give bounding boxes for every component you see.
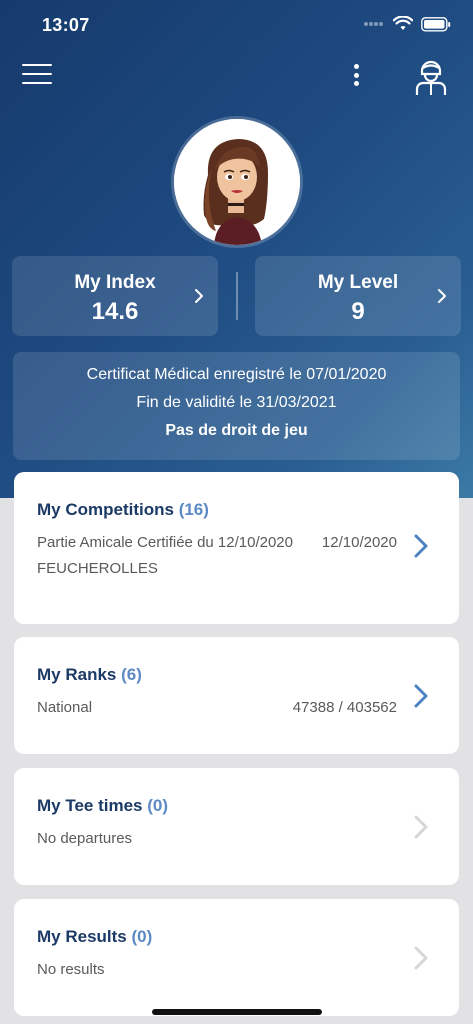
ranks-count: (6) xyxy=(121,665,142,684)
chevron-right-icon xyxy=(414,946,428,970)
menu-icon-line xyxy=(22,64,52,66)
status-icons xyxy=(363,16,451,32)
menu-button[interactable] xyxy=(22,64,52,88)
ranks-title: My Ranks (6) xyxy=(37,665,142,685)
results-empty-text: No results xyxy=(37,961,105,978)
menu-icon-line xyxy=(22,73,52,75)
more-icon-dot xyxy=(353,64,359,69)
results-title-label: My Results xyxy=(37,927,127,946)
ranks-card[interactable]: My Ranks (6) National 47388 / 403562 xyxy=(14,637,459,754)
rank-scope: National xyxy=(37,699,93,716)
chevron-right-icon xyxy=(414,684,428,708)
ranks-title-label: My Ranks xyxy=(37,665,117,684)
certificate-registered-text: Certificat Médical enregistré le 07/01/2… xyxy=(86,366,387,383)
signal-icon xyxy=(364,22,383,26)
more-options-button[interactable] xyxy=(348,60,364,90)
tee-times-empty-text: No departures xyxy=(37,830,133,847)
bitmoji-avatar-image xyxy=(174,119,300,245)
competitions-title-label: My Competitions xyxy=(37,500,174,519)
tee-times-title: My Tee times (0) xyxy=(37,796,168,816)
user-avatar[interactable] xyxy=(174,119,300,245)
profile-icon[interactable] xyxy=(414,56,448,96)
tee-times-title-label: My Tee times xyxy=(37,796,143,815)
results-card[interactable]: My Results (0) No results xyxy=(14,899,459,1016)
play-right-status: Pas de droit de jeu xyxy=(165,422,308,439)
competition-place: FEUCHEROLLES xyxy=(37,560,158,577)
tee-times-count: (0) xyxy=(147,796,169,815)
my-level-card[interactable]: My Level 9 xyxy=(255,256,461,336)
menu-icon-line xyxy=(22,82,52,84)
chevron-right-icon xyxy=(414,815,428,839)
battery-icon xyxy=(421,16,451,32)
stats-divider xyxy=(236,272,238,320)
top-nav-bar xyxy=(0,52,473,102)
more-icon-dot xyxy=(353,72,359,78)
competition-name: Partie Amicale Certifiée du 12/10/2020 xyxy=(37,534,293,551)
home-indicator[interactable] xyxy=(152,1009,322,1015)
my-index-value: 14.6 xyxy=(91,298,139,325)
results-count: (0) xyxy=(131,927,153,946)
status-bar: 13:07 xyxy=(0,0,473,52)
competitions-title: My Competitions (16) xyxy=(37,500,209,520)
wifi-icon xyxy=(393,16,413,30)
my-level-label: My Level xyxy=(317,272,399,293)
competitions-card[interactable]: My Competitions (16) Partie Amicale Cert… xyxy=(14,472,459,624)
competitions-count: (16) xyxy=(178,500,209,519)
tee-times-card[interactable]: My Tee times (0) No departures xyxy=(14,768,459,885)
status-time: 13:07 xyxy=(42,15,90,35)
results-title: My Results (0) xyxy=(37,927,152,947)
certificate-validity-text: Fin de validité le 31/03/2021 xyxy=(136,394,337,411)
chevron-right-icon xyxy=(414,534,428,558)
my-index-label: My Index xyxy=(74,272,156,293)
rank-value: 47388 / 403562 xyxy=(292,699,397,716)
my-level-value: 9 xyxy=(351,298,365,325)
competition-date: 12/10/2020 xyxy=(321,534,397,551)
medical-certificate-panel: Certificat Médical enregistré le 07/01/2… xyxy=(13,352,460,460)
chevron-right-icon xyxy=(195,289,203,303)
chevron-right-icon xyxy=(438,289,446,303)
more-icon-dot xyxy=(353,81,359,86)
my-index-card[interactable]: My Index 14.6 xyxy=(12,256,218,336)
